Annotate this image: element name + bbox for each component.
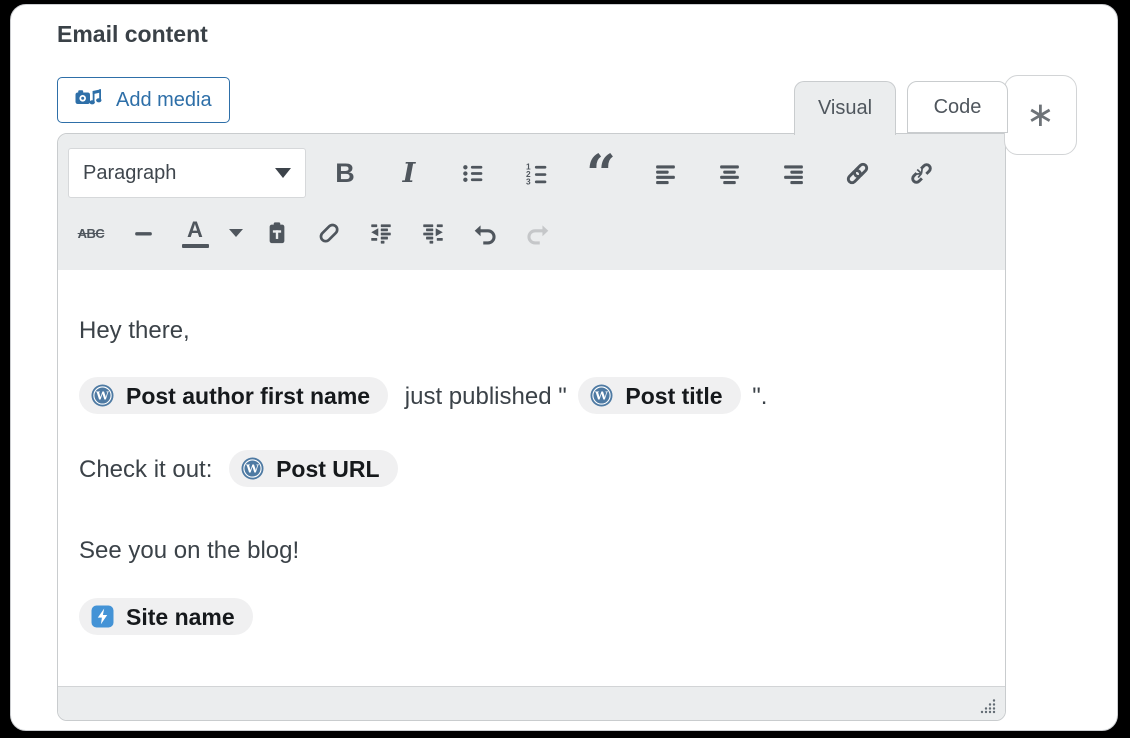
wordpress-icon: W	[91, 384, 114, 407]
text-color-caret-button[interactable]	[227, 209, 245, 257]
align-center-icon	[717, 161, 742, 186]
add-media-button[interactable]: Add media	[57, 77, 230, 123]
text-segment: just published "	[405, 383, 567, 410]
italic-icon: I	[403, 158, 416, 189]
paragraph-format-select[interactable]: Paragraph	[68, 148, 306, 198]
shortcode-pill-post-title[interactable]: W Post title	[578, 377, 740, 414]
italic-button[interactable]: I	[389, 148, 429, 198]
add-media-label: Add media	[116, 89, 212, 112]
numbered-list-icon: 1 2 3	[525, 161, 550, 186]
wordpress-icon: W	[241, 457, 264, 480]
paste-as-text-button[interactable]	[257, 209, 297, 257]
pill-label: Post title	[625, 377, 722, 415]
horizontal-rule-button[interactable]	[123, 209, 163, 257]
unlink-icon	[908, 160, 935, 187]
tab-visual[interactable]: Visual	[794, 81, 896, 135]
paragraph-greeting: Hey there,	[79, 312, 983, 350]
bold-icon: B	[335, 158, 355, 189]
horizontal-rule-icon	[131, 221, 156, 246]
svg-text:3: 3	[526, 176, 531, 186]
pill-label: Post URL	[276, 450, 380, 488]
indent-icon	[420, 220, 446, 246]
toolbar-row-2: ABC A	[68, 209, 1005, 257]
svg-text:W: W	[95, 389, 110, 403]
align-left-button[interactable]	[645, 148, 685, 198]
text-color-icon: A	[182, 219, 209, 248]
site-lightning-icon	[91, 605, 114, 628]
shortcode-asterisk-button[interactable]: ∗	[1004, 75, 1077, 155]
email-body-editable-area[interactable]: Hey there, W Post author first name just…	[58, 270, 1005, 686]
camera-music-note-icon	[75, 88, 106, 112]
eraser-icon	[316, 220, 342, 246]
align-right-button[interactable]	[773, 148, 813, 198]
align-right-icon	[781, 161, 806, 186]
tab-code-label: Code	[934, 96, 982, 119]
redo-icon	[524, 220, 551, 247]
undo-button[interactable]	[465, 209, 505, 257]
link-button[interactable]	[837, 148, 877, 198]
wordpress-icon: W	[590, 384, 613, 407]
align-center-button[interactable]	[709, 148, 749, 198]
asterisk-icon: ∗	[1026, 95, 1055, 135]
shortcode-pill-post-url[interactable]: W Post URL	[229, 450, 398, 487]
remove-format-button[interactable]	[309, 209, 349, 257]
format-select-value: Paragraph	[83, 162, 176, 185]
bullet-list-icon	[461, 161, 486, 186]
outdent-button[interactable]	[361, 209, 401, 257]
pill-label: Post author first name	[126, 377, 370, 415]
shortcode-pill-site-name[interactable]: Site name	[79, 598, 253, 635]
email-content-panel: Email content Add media Visual Code ∗	[0, 0, 1130, 738]
paragraph-signoff: See you on the blog!	[79, 532, 983, 570]
paragraph-check-it-out: Check it out: W Post URL	[79, 451, 983, 489]
redo-button[interactable]	[517, 209, 557, 257]
text-color-caret-icon	[229, 229, 243, 237]
unlink-button[interactable]	[901, 148, 941, 198]
resize-grip-icon[interactable]	[978, 698, 998, 714]
tab-visual-label: Visual	[818, 97, 872, 120]
bullet-list-button[interactable]	[453, 148, 493, 198]
svg-text:W: W	[594, 389, 609, 403]
strikethrough-icon: ABC	[78, 226, 105, 241]
text-segment: Check it out:	[79, 456, 212, 483]
text-segment: ".	[752, 383, 767, 410]
blockquote-button[interactable]: “	[581, 148, 621, 198]
chevron-down-icon	[275, 168, 291, 178]
blockquote-icon: “	[586, 170, 616, 200]
toolbar-row-1: Paragraph B I	[68, 148, 1005, 198]
editor-toolbar: Paragraph B I	[58, 134, 1005, 270]
paragraph-published: W Post author first name just published …	[79, 378, 983, 416]
undo-icon	[472, 220, 499, 247]
paragraph-site-name: Site name	[79, 599, 983, 637]
paste-as-text-icon	[264, 220, 290, 246]
svg-text:W: W	[245, 462, 260, 476]
strikethrough-button[interactable]: ABC	[71, 209, 111, 257]
page-title: Email content	[57, 21, 208, 48]
text-color-button[interactable]: A	[175, 209, 215, 257]
shortcode-pill-post-author[interactable]: W Post author first name	[79, 377, 388, 414]
tab-code[interactable]: Code	[907, 81, 1008, 133]
indent-button[interactable]	[413, 209, 453, 257]
link-icon	[844, 160, 871, 187]
bold-button[interactable]: B	[325, 148, 365, 198]
rich-text-editor: Paragraph B I	[57, 133, 1006, 721]
numbered-list-button[interactable]: 1 2 3	[517, 148, 557, 198]
editor-statusbar	[58, 686, 1005, 720]
outdent-icon	[368, 220, 394, 246]
align-left-icon	[653, 161, 678, 186]
pill-label: Site name	[126, 598, 235, 636]
